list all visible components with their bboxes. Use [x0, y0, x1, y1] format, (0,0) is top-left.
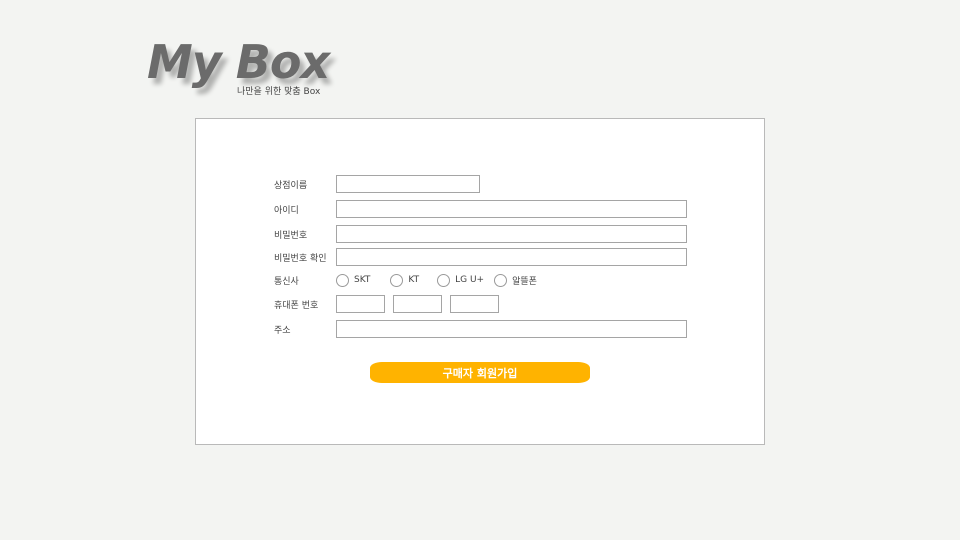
address-row: 주소: [274, 320, 687, 338]
address-label: 주소: [274, 325, 291, 336]
buyer-signup-button[interactable]: 구매자 회원가입: [370, 362, 590, 383]
carrier-option-mvno[interactable]: 알뜰폰: [494, 273, 537, 287]
address-input[interactable]: [336, 320, 687, 338]
logo: My Box: [147, 35, 330, 89]
carrier-radio-kt[interactable]: [390, 273, 404, 287]
carrier-radio-lgu[interactable]: [437, 273, 451, 287]
store-name-input[interactable]: [336, 175, 480, 193]
carrier-row: 통신사 SKT KT LG U+ 알뜰폰: [274, 271, 547, 289]
carrier-option-skt[interactable]: SKT: [336, 273, 371, 287]
phone-input-1[interactable]: [336, 295, 385, 313]
id-row: 아이디: [274, 200, 687, 218]
carrier-option-lgu[interactable]: LG U+: [437, 273, 485, 287]
carrier-option-label: 알뜰폰: [512, 276, 537, 287]
phone-row: 휴대폰 번호: [274, 295, 507, 313]
password-confirm-input[interactable]: [336, 248, 687, 266]
carrier-radio-group: SKT KT LG U+ 알뜰폰: [336, 273, 547, 287]
id-label: 아이디: [274, 205, 299, 216]
password-input[interactable]: [336, 225, 687, 243]
tagline: 나만을 위한 맞춤 Box: [237, 87, 321, 97]
password-confirm-row: 비밀번호 확인: [274, 248, 687, 266]
carrier-radio-skt[interactable]: [336, 273, 349, 287]
carrier-radio-mvno[interactable]: [494, 273, 508, 287]
password-label: 비밀번호: [274, 230, 308, 241]
store-name-label: 상점이름: [274, 180, 308, 191]
signup-form-panel: 상점이름 아이디 비밀번호 비밀번호 확인 통신사 SKT KT LG U+ 알…: [195, 118, 765, 445]
id-input[interactable]: [336, 200, 687, 218]
carrier-option-label: SKT: [354, 275, 371, 285]
password-confirm-label: 비밀번호 확인: [274, 253, 327, 264]
phone-label: 휴대폰 번호: [274, 300, 319, 311]
phone-input-3[interactable]: [450, 295, 499, 313]
carrier-label: 통신사: [274, 276, 299, 287]
carrier-option-kt[interactable]: KT: [390, 273, 420, 287]
store-name-row: 상점이름: [274, 175, 480, 193]
phone-input-2[interactable]: [393, 295, 442, 313]
password-row: 비밀번호: [274, 225, 687, 243]
carrier-option-label: LG U+: [455, 275, 485, 285]
carrier-option-label: KT: [408, 275, 420, 285]
page: My Box 나만을 위한 맞춤 Box 상점이름 아이디 비밀번호 비밀번호 …: [0, 0, 960, 540]
